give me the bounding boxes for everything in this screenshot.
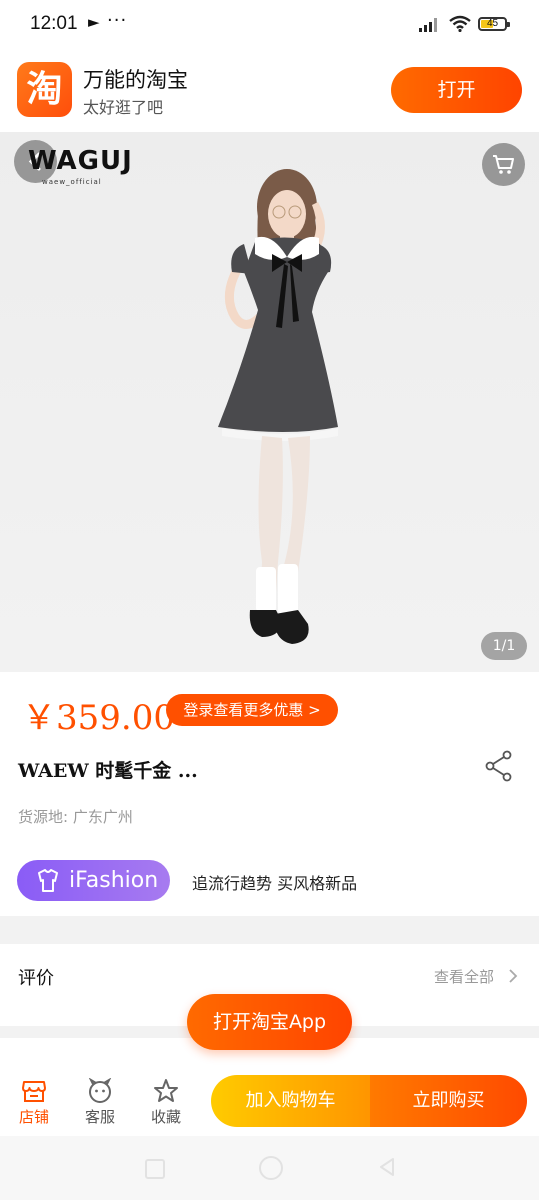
- favorite-label: 收藏: [150, 1108, 181, 1126]
- star-icon: [154, 1079, 178, 1102]
- status-bar: 12:01 ► ··· 45: [0, 0, 539, 50]
- image-counter: 1/1: [481, 632, 527, 660]
- ifashion-icon: [38, 869, 58, 892]
- cart-icon: [493, 155, 514, 174]
- product-title[interactable]: WAEW 时髦千金 ...: [18, 756, 198, 783]
- ifashion-slogan: 追流行趋势 买风格新品: [192, 874, 358, 893]
- service-label: 客服: [84, 1108, 115, 1126]
- review-title: 评价: [18, 968, 54, 989]
- brand-handle: waew_official: [42, 178, 102, 186]
- recents-icon[interactable]: [145, 1159, 165, 1179]
- price: ￥359.00: [22, 698, 175, 738]
- product-image[interactable]: [0, 132, 539, 672]
- battery-level: 45: [486, 18, 499, 29]
- status-time: 12:01: [30, 13, 78, 34]
- share-icon[interactable]: [484, 750, 514, 782]
- store-icon: [22, 1081, 46, 1102]
- add-to-cart-button[interactable]: 加入购物车: [211, 1075, 370, 1127]
- open-taobao-app-button[interactable]: 打开淘宝App: [187, 994, 352, 1050]
- service-icon: [88, 1078, 112, 1103]
- ifashion-badge[interactable]: iFashion: [17, 860, 170, 901]
- back-nav-icon[interactable]: [378, 1157, 396, 1177]
- play-icon: ►: [88, 13, 100, 31]
- chevron-right-icon: [509, 969, 518, 983]
- buy-now-button[interactable]: 立即购买: [370, 1075, 527, 1127]
- app-subtitle: 太好逛了吧: [83, 98, 164, 117]
- wifi-icon: [449, 15, 471, 32]
- home-icon[interactable]: [259, 1156, 283, 1180]
- brand-logo: WAGUJ: [28, 146, 133, 176]
- cart-button[interactable]: [482, 143, 525, 186]
- signal-icon: [419, 18, 437, 32]
- login-promo-button[interactable]: 登录查看更多优惠 >: [166, 694, 338, 726]
- app-name: 万能的淘宝: [83, 68, 188, 92]
- ifashion-label: iFashion: [69, 868, 159, 893]
- more-dots-icon: ···: [107, 10, 128, 31]
- view-all-link[interactable]: 查看全部: [434, 966, 494, 987]
- model-figure: [218, 169, 338, 644]
- open-app-button[interactable]: 打开: [391, 67, 522, 113]
- taobao-logo[interactable]: 淘: [17, 62, 72, 117]
- battery-icon: 45: [478, 17, 510, 31]
- store-label: 店铺: [18, 1108, 49, 1126]
- shipping-origin: 货源地: 广东广州: [18, 808, 133, 826]
